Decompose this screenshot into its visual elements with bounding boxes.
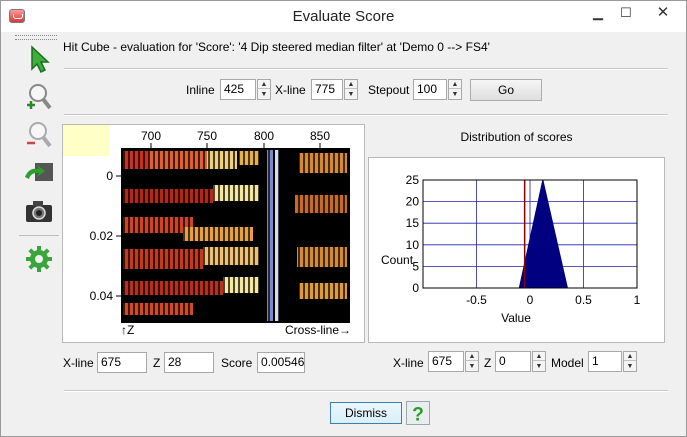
pick-xline-input[interactable]: 675 xyxy=(97,352,147,373)
model-xline-stepper[interactable]: ▲ ▼ xyxy=(465,351,479,372)
evaluation-info: Hit Cube - evaluation for 'Score': '4 Di… xyxy=(63,40,490,54)
seismic-view-panel: 700 750 800 850 0 0.02 0.04 ↑Z Cross-lin… xyxy=(62,124,365,343)
toolbar-separator xyxy=(19,235,59,236)
evaluate-score-window: Evaluate Score ▁ ☐ ✕ Hit Cube - evaluati… xyxy=(0,0,687,437)
inline-label: Inline xyxy=(186,83,215,97)
pick-xline-label: X-line xyxy=(63,356,94,370)
pick-z-input[interactable]: 28 xyxy=(164,352,214,373)
help-icon: ? xyxy=(412,404,424,425)
x-axis-ticks: 700 750 800 850 xyxy=(141,129,330,149)
stepout-label: Stepout xyxy=(368,83,410,97)
view-toolbar xyxy=(11,33,61,287)
xline-label: X-line xyxy=(275,83,306,97)
score-value-field[interactable]: 0.00546 xyxy=(257,352,305,373)
window-title: Evaluate Score xyxy=(292,8,395,25)
y-axis-title: Count xyxy=(381,253,414,267)
y-tick-label: 0 xyxy=(106,169,113,183)
y-tick-label: 5 xyxy=(412,259,419,273)
zoom-in-icon[interactable] xyxy=(23,81,55,113)
distribution-chart-panel: 0 5 10 15 20 25 -0.5 0 0.5 1 Count Value xyxy=(368,157,665,343)
distribution-area xyxy=(518,179,569,289)
divider xyxy=(64,114,668,116)
distribution-chart: 0 5 10 15 20 25 -0.5 0 0.5 1 Count Value xyxy=(381,173,641,325)
title-bar: Evaluate Score ▁ ☐ ✕ xyxy=(1,1,686,32)
x-tick-label: 1 xyxy=(634,293,641,307)
go-button[interactable]: Go xyxy=(470,79,542,101)
x-tick-label: 0 xyxy=(527,293,534,307)
distribution-title: Distribution of scores xyxy=(460,130,573,144)
x-tick-label: -0.5 xyxy=(466,293,487,307)
y-tick-label: 0.02 xyxy=(90,229,114,243)
divider xyxy=(64,68,668,70)
x-tick-label: 850 xyxy=(310,129,330,143)
view-home-icon[interactable] xyxy=(23,157,55,189)
model-label: Model xyxy=(551,356,584,370)
seismic-image xyxy=(121,148,350,323)
colorbar-swatch xyxy=(63,125,109,156)
chart-series xyxy=(518,179,569,289)
model-xline-label: X-line xyxy=(393,356,424,370)
y-tick-label: 20 xyxy=(406,195,420,209)
x-tick-label: 800 xyxy=(254,129,274,143)
score-label: Score xyxy=(221,356,253,370)
minimize-button[interactable]: ▁ xyxy=(585,2,611,26)
maximize-button[interactable]: ☐ xyxy=(613,2,639,26)
x-tick-label: 700 xyxy=(141,129,161,143)
help-button[interactable]: ? xyxy=(406,401,430,425)
close-button[interactable]: ✕ xyxy=(641,2,685,26)
y-tick-label: 25 xyxy=(406,173,420,187)
model-input[interactable]: 1 xyxy=(588,351,622,372)
model-z-stepper[interactable]: ▲ ▼ xyxy=(532,351,546,372)
camera-icon[interactable] xyxy=(23,195,55,227)
zoom-out-icon[interactable] xyxy=(23,119,55,151)
x-tick-label: 750 xyxy=(197,129,217,143)
model-stepper[interactable]: ▲ ▼ xyxy=(623,351,637,372)
dismiss-button[interactable]: Dismiss xyxy=(330,402,402,424)
x-axis-title: Value xyxy=(501,311,531,325)
y-tick-label: 0 xyxy=(412,281,419,295)
svg-text:?: ? xyxy=(412,404,424,424)
stepout-stepper[interactable]: ▲ ▼ xyxy=(448,79,462,100)
crossline-axis-label: Cross-line→ xyxy=(285,323,351,337)
stepout-input[interactable]: 100 xyxy=(413,79,447,100)
model-xline-input[interactable]: 675 xyxy=(428,351,464,372)
pick-z-label: Z xyxy=(153,356,161,370)
y-tick-label: 15 xyxy=(406,216,420,230)
xline-input[interactable]: 775 xyxy=(311,79,343,100)
y-tick-label: 10 xyxy=(406,238,420,252)
inline-stepper[interactable]: ▲ ▼ xyxy=(257,79,271,100)
seismic-view[interactable]: 700 750 800 850 0 0.02 0.04 ↑Z Cross-lin… xyxy=(63,125,364,342)
gear-icon[interactable] xyxy=(23,243,55,275)
y-axis-ticks: 0 0.02 0.04 xyxy=(90,169,122,303)
pointer-arrow-icon[interactable] xyxy=(23,43,55,75)
divider xyxy=(64,390,668,392)
x-tick-label: 0.5 xyxy=(575,293,592,307)
model-z-label: Z xyxy=(484,356,492,370)
model-z-input[interactable]: 0 xyxy=(495,351,531,372)
toolbar-grip[interactable] xyxy=(15,35,57,40)
inline-input[interactable]: 425 xyxy=(220,79,256,100)
xline-stepper[interactable]: ▲ ▼ xyxy=(344,79,358,100)
y-tick-label: 0.04 xyxy=(90,289,114,303)
z-axis-label: ↑Z xyxy=(121,323,134,337)
